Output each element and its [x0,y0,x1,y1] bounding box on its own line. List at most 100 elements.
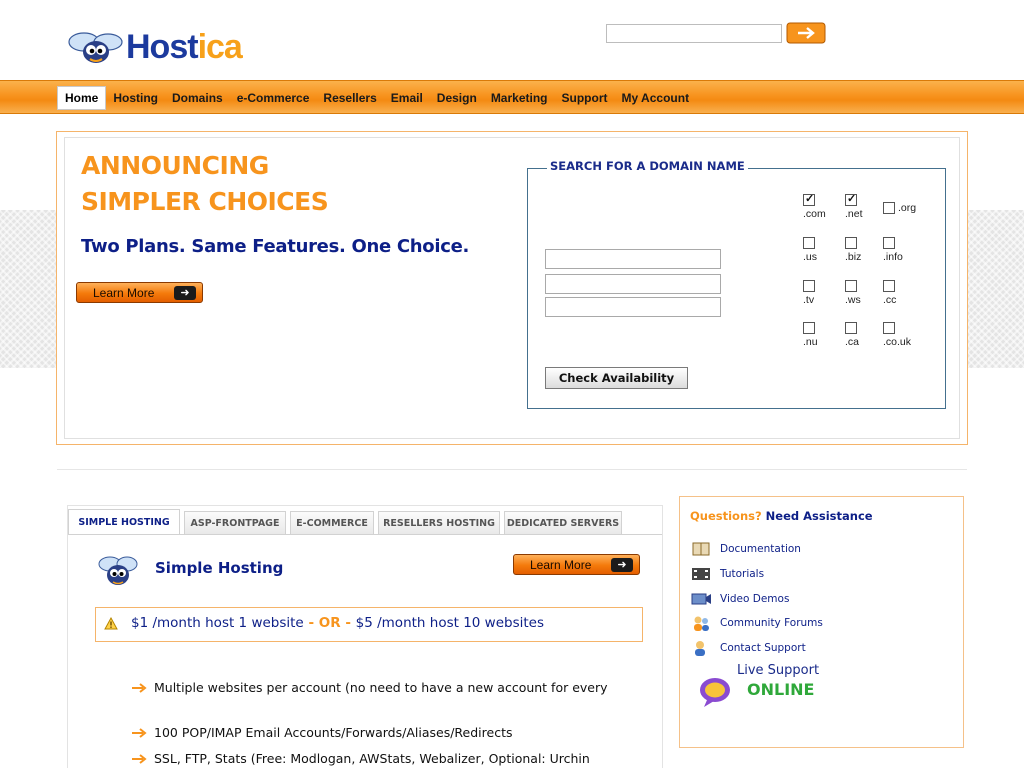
price-or-separator: - OR - [303,615,356,631]
tld-option[interactable]: .tv [803,280,837,306]
top-search-input[interactable] [607,25,781,42]
contact-support-label: Contact Support [720,642,806,654]
checkbox-checked[interactable] [845,192,857,206]
learn-more-label: Learn More [530,557,592,572]
tld-label: .ca [845,336,860,348]
fly-mascot-icon [98,556,138,585]
live-support-label: Live Support [737,663,820,678]
arrow-right-icon: ➜ [611,557,633,572]
hero-heading: ANNOUNCING SIMPLER CHOICES [81,148,421,220]
checkbox[interactable] [883,322,895,334]
questions-label: Questions? [690,509,762,523]
tab-ecommerce[interactable]: E-COMMERCE [290,511,374,535]
check-availability-button[interactable]: Check Availability [545,367,688,389]
nav-my-account[interactable]: My Account [615,87,697,109]
contact-support-link[interactable]: Contact Support [690,639,806,657]
left-side-pattern [0,210,56,368]
fly-mascot-icon [68,32,123,63]
feature-item: SSL, FTP, Stats (Free: Modlogan, AWStats… [131,751,590,766]
search-go-button[interactable] [786,21,826,45]
documentation-link[interactable]: Documentation [690,540,801,558]
tld-label: .us [803,251,818,263]
domain-name-field-2[interactable] [545,274,721,294]
hero-heading-line1: ANNOUNCING [81,151,269,180]
price-summary: $1 /month host 1 website - OR - $5 /mont… [131,615,544,631]
tld-option[interactable]: .biz [845,237,879,263]
tld-option[interactable]: .co.uk [883,322,917,348]
top-search-field[interactable] [606,24,782,43]
simple-hosting-learn-more-button[interactable]: Learn More ➜ [513,554,640,575]
nav-email[interactable]: Email [384,87,430,109]
checkbox-checked[interactable] [803,192,815,206]
arrow-right-icon: ➜ [174,285,196,300]
community-forums-link[interactable]: Community Forums [690,614,823,632]
domain-name-field-1[interactable] [545,249,721,269]
tld-option[interactable]: .info [883,237,917,263]
nav-home[interactable]: Home [57,86,107,110]
tld-label: .com [803,208,826,220]
tld-label: .tv [803,294,815,306]
domain-name-input[interactable] [546,275,720,293]
hero-heading-line2: SIMPLER CHOICES [81,187,329,216]
checkbox[interactable] [845,280,857,292]
nav-menu: Home Hosting Domains e-Commerce Reseller… [57,86,696,110]
checkbox[interactable] [883,280,895,292]
domain-name-field-3[interactable] [545,297,721,317]
tld-option[interactable]: .ws [845,280,879,306]
checkbox[interactable] [883,237,895,249]
feature-text: Multiple websites per account (no need t… [154,680,608,695]
hero-learn-more-button[interactable]: Learn More ➜ [76,282,203,303]
tld-option[interactable]: .cc [883,280,917,306]
tld-option[interactable]: .us [803,237,837,263]
video-demos-link[interactable]: Video Demos [690,590,789,608]
video-icon [691,593,711,605]
domain-name-input[interactable] [546,250,720,268]
section-divider [57,469,967,470]
feature-item: 100 POP/IMAP Email Accounts/Forwards/Ali… [131,725,512,740]
chat-bubble-icon [700,678,730,707]
tld-option[interactable]: .org [883,202,917,214]
checkbox[interactable] [803,237,815,249]
live-support-badge[interactable]: Live Support ONLINE [695,660,833,712]
learn-more-label: Learn More [93,285,155,300]
tld-option[interactable]: .com [803,192,837,220]
tld-label: .cc [883,294,897,306]
tab-asp-frontpage[interactable]: ASP-FRONTPAGE [184,511,286,535]
tld-label: .ws [845,294,861,306]
arrow-bullet-icon [132,727,147,738]
tld-option[interactable]: .net [845,192,879,220]
checkbox[interactable] [845,322,857,334]
tld-option[interactable]: .ca [845,322,879,348]
tld-label: .info [883,251,903,263]
tab-resellers-hosting[interactable]: RESELLERS HOSTING [378,511,500,535]
film-icon [692,568,710,580]
community-forums-label: Community Forums [720,617,823,629]
checkbox[interactable] [803,280,815,292]
domain-name-input[interactable] [546,298,720,316]
checkbox[interactable] [803,322,815,334]
tutorials-link[interactable]: Tutorials [690,565,764,583]
feature-text: SSL, FTP, Stats (Free: Modlogan, AWStats… [154,751,590,766]
support-person-icon [695,641,705,656]
nav-domains[interactable]: Domains [165,87,230,109]
checkbox[interactable] [883,202,895,214]
nav-resellers[interactable]: Resellers [316,87,383,109]
tab-dedicated-servers[interactable]: DEDICATED SERVERS [504,511,622,535]
hostica-logo[interactable]: Hostica [66,28,280,68]
nav-hosting[interactable]: Hosting [106,87,165,109]
tutorials-label: Tutorials [720,568,765,580]
tld-option[interactable]: .nu [803,322,837,348]
nav-design[interactable]: Design [430,87,484,109]
warning-icon [104,617,118,630]
tld-label: .net [845,208,863,220]
video-demos-label: Video Demos [720,593,790,605]
need-assistance-label: Need Assistance [761,509,873,523]
book-icon [692,542,710,556]
tab-simple-hosting[interactable]: SIMPLE HOSTING [68,509,180,535]
nav-support[interactable]: Support [555,87,615,109]
nav-ecommerce[interactable]: e-Commerce [230,87,317,109]
tld-label: .biz [845,251,862,263]
checkbox[interactable] [845,237,857,249]
nav-marketing[interactable]: Marketing [484,87,555,109]
arrow-bullet-icon [132,682,147,693]
